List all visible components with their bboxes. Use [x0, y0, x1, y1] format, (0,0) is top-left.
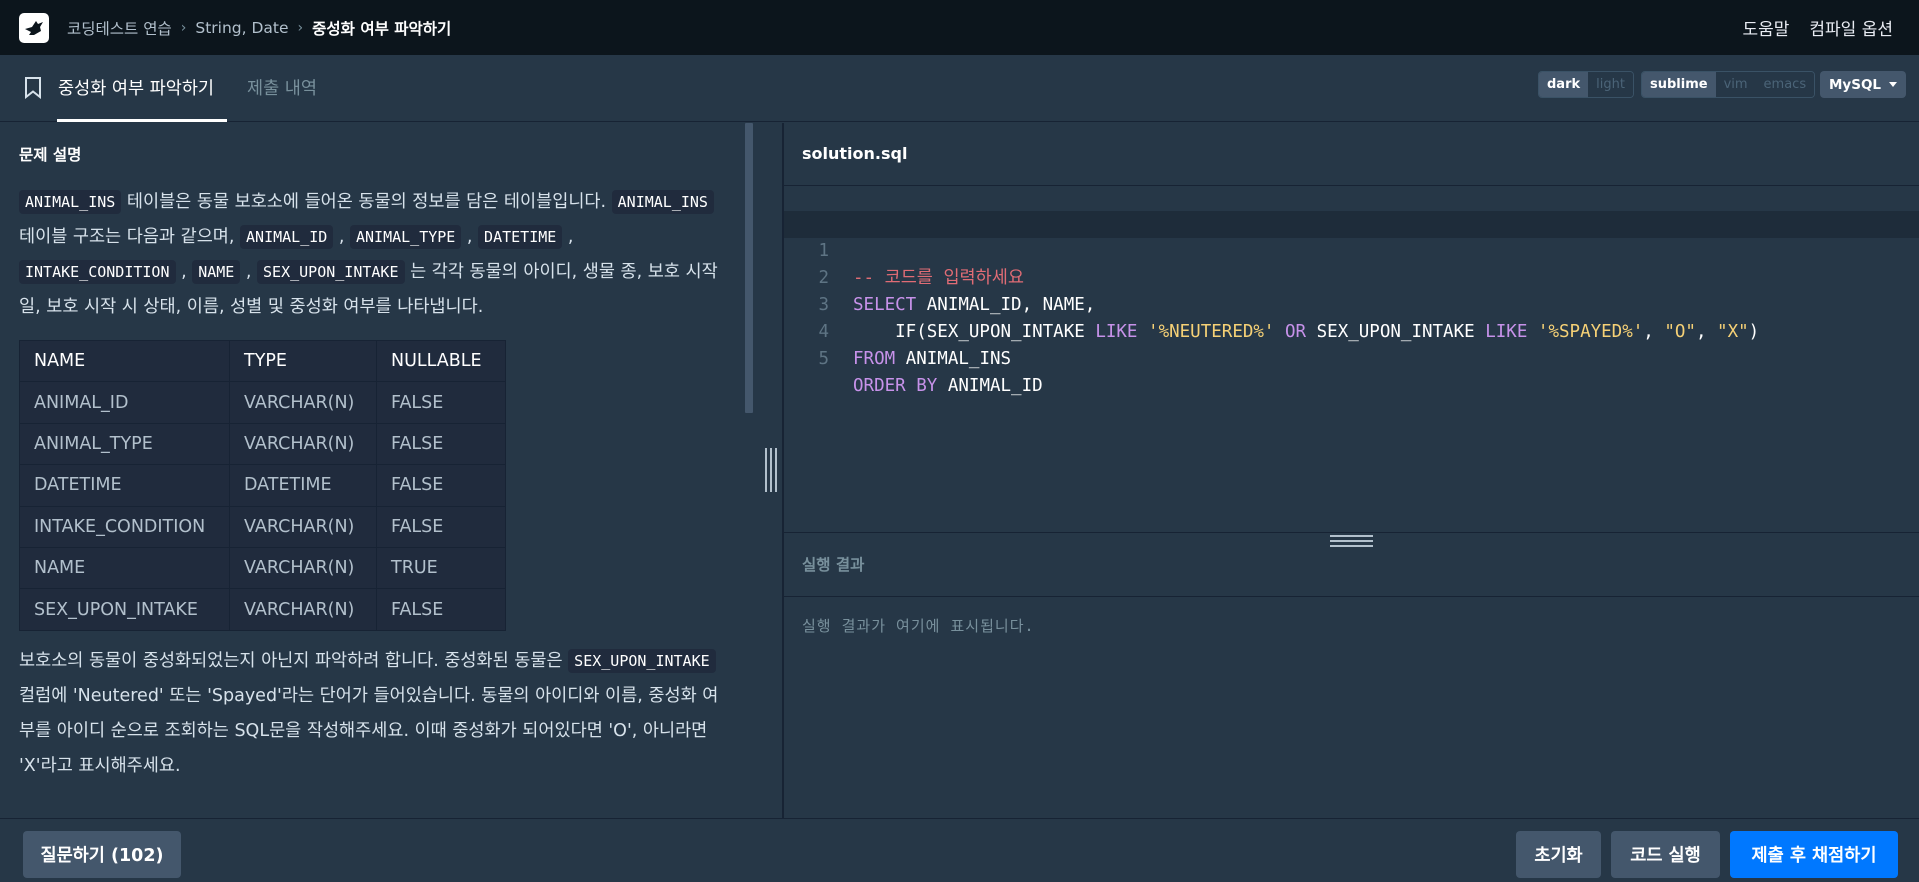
table-cell: ANIMAL_ID: [19, 381, 230, 424]
table-header: TYPE: [229, 339, 377, 383]
problem-panel: 문제 설명 ANIMAL_INS 테이블은 동물 보호소에 들어온 동물의 정보…: [0, 123, 782, 818]
schema-table: NAME TYPE NULLABLE ANIMAL_ID VARCHAR(N) …: [19, 339, 506, 631]
code-text: ANIMAL_ID: [937, 376, 1043, 396]
inline-code: ANIMAL_TYPE: [350, 225, 462, 249]
breadcrumb-current: 중성화 여부 파악하기: [312, 19, 452, 38]
table-cell: ANIMAL_TYPE: [19, 422, 230, 466]
table-header-row: NAME TYPE NULLABLE: [19, 339, 506, 383]
paragraph-text: ,: [562, 227, 574, 247]
table-cell: FALSE: [376, 505, 506, 548]
table-row: ANIMAL_TYPE VARCHAR(N) FALSE: [19, 422, 506, 466]
code-line[interactable]: 4 FROM ANIMAL_INS: [784, 292, 1919, 369]
table-cell: INTAKE_CONDITION: [19, 505, 230, 548]
question-button[interactable]: 질문하기 (102): [23, 831, 181, 878]
paragraph-text: ,: [333, 227, 350, 247]
inline-code: SEX_UPON_INTAKE: [568, 649, 716, 673]
editor-filename: solution.sql: [802, 144, 908, 163]
table-cell: VARCHAR(N): [229, 546, 377, 590]
table-row: ANIMAL_ID VARCHAR(N) FALSE: [19, 381, 506, 424]
inline-code: ANIMAL_INS: [611, 190, 714, 214]
table-row: DATETIME DATETIME FALSE: [19, 464, 506, 507]
problem-paragraph-1: ANIMAL_INS 테이블은 동물 보호소에 들어온 동물의 정보를 담은 테…: [19, 185, 724, 325]
inline-code: INTAKE_CONDITION: [19, 260, 176, 284]
table-cell: VARCHAR(N): [229, 505, 377, 548]
paragraph-text: ,: [240, 262, 258, 282]
keymap-vim-button[interactable]: vim: [1715, 72, 1756, 97]
language-select[interactable]: MySQL: [1820, 71, 1907, 98]
inline-code: SEX_UPON_INTAKE: [257, 260, 405, 284]
breadcrumb-item[interactable]: String, Date: [195, 19, 288, 37]
table-cell: SEX_UPON_INTAKE: [19, 588, 230, 631]
inline-code: DATETIME: [478, 225, 563, 249]
code-keyword: ORDER BY: [853, 376, 938, 396]
paragraph-text: 테이블은 동물 보호소에 들어온 동물의 정보를 담은 테이블입니다.: [121, 192, 612, 212]
table-cell: DATETIME: [229, 464, 377, 507]
code-line[interactable]: 3 IF(SEX_UPON_INTAKE LIKE '%NEUTERED%' O…: [784, 265, 1919, 342]
code-line[interactable]: 1 -- 코드를 입력하세요: [784, 211, 1919, 288]
section-title: 문제 설명: [19, 146, 82, 164]
bottom-bar: 질문하기 (102) 초기화 코드 실행 제출 후 채점하기: [0, 818, 1919, 882]
keymap-toggle: sublime vim emacs: [1641, 71, 1816, 98]
paragraph-text: 컬럼에 'Neutered' 또는 'Spayed'라는 단어가 들어있습니다.…: [19, 686, 719, 776]
keymap-sublime-button[interactable]: sublime: [1642, 72, 1716, 97]
help-link[interactable]: 도움말: [1742, 15, 1789, 40]
table-row: NAME VARCHAR(N) TRUE: [19, 546, 506, 590]
inline-code: ANIMAL_ID: [240, 225, 334, 249]
table-header: NAME: [19, 339, 230, 383]
table-cell: FALSE: [376, 464, 506, 507]
run-code-button[interactable]: 코드 실행: [1611, 831, 1720, 878]
table-cell: FALSE: [376, 381, 506, 424]
code-text: ANIMAL_INS: [895, 349, 1012, 369]
table-cell: VARCHAR(N): [229, 588, 377, 631]
keymap-emacs-button[interactable]: emacs: [1755, 72, 1815, 97]
compile-options-link[interactable]: 컴파일 옵션: [1809, 15, 1893, 40]
editor-header: solution.sql: [784, 123, 1919, 186]
table-cell: FALSE: [376, 422, 506, 466]
inline-code: ANIMAL_INS: [19, 190, 122, 214]
code-keyword: FROM: [853, 349, 896, 369]
theme-light-button[interactable]: light: [1588, 72, 1633, 97]
horizontal-drag-handle-icon[interactable]: [1330, 535, 1373, 547]
breadcrumb-item[interactable]: 코딩테스트 연습: [67, 17, 172, 39]
bookmark-icon[interactable]: [24, 77, 42, 103]
reset-button[interactable]: 초기화: [1516, 831, 1601, 878]
table-cell: VARCHAR(N): [229, 381, 377, 424]
code-line[interactable]: 5 ORDER BY ANIMAL_ID: [784, 319, 1919, 396]
table-cell: FALSE: [376, 588, 506, 631]
tab-problem[interactable]: 중성화 여부 파악하기: [58, 75, 214, 100]
line-number: 5: [818, 349, 829, 369]
table-cell: DATETIME: [19, 464, 230, 507]
tab-submissions[interactable]: 제출 내역: [247, 75, 317, 100]
table-row: INTAKE_CONDITION VARCHAR(N) FALSE: [19, 505, 506, 548]
code-line[interactable]: 2 SELECT ANIMAL_ID, NAME,: [784, 238, 1919, 315]
theme-dark-button[interactable]: dark: [1539, 72, 1589, 97]
problem-scrollbar[interactable]: [745, 123, 753, 413]
breadcrumb: 코딩테스트 연습 › String, Date › 중성화 여부 파악하기: [67, 17, 451, 39]
result-output: 실행 결과가 여기에 표시됩니다.: [802, 617, 1035, 635]
table-cell: TRUE: [376, 546, 506, 590]
submit-button[interactable]: 제출 후 채점하기: [1730, 831, 1898, 878]
problem-paragraph-2: 보호소의 동물이 중성화되었는지 아닌지 파악하려 합니다. 중성화된 동물은 …: [19, 644, 724, 784]
top-nav: 코딩테스트 연습 › String, Date › 중성화 여부 파악하기 도움…: [0, 0, 1919, 55]
chevron-right-icon: ›: [297, 19, 304, 36]
result-label: 실행 결과: [802, 556, 865, 574]
language-select-value: MySQL: [1829, 76, 1882, 93]
programmers-logo-icon[interactable]: [19, 12, 49, 43]
paragraph-text: ,: [461, 227, 479, 247]
table-cell: VARCHAR(N): [229, 422, 377, 466]
vertical-drag-handle-icon[interactable]: [765, 448, 777, 492]
caret-down-icon: [1889, 82, 1898, 87]
code-editor[interactable]: 1 -- 코드를 입력하세요 2 SELECT ANIMAL_ID, NAME,…: [784, 187, 1919, 532]
paragraph-text: 보호소의 동물이 중성화되었는지 아닌지 파악하려 합니다. 중성화된 동물은: [19, 651, 569, 671]
table-header: NULLABLE: [376, 339, 506, 383]
paragraph-text: ,: [175, 262, 193, 282]
table-cell: NAME: [19, 546, 230, 590]
inline-code: NAME: [192, 260, 241, 284]
paragraph-text: 테이블 구조는 다음과 같으며,: [19, 227, 241, 247]
tab-bar: 중성화 여부 파악하기 제출 내역 dark light sublime vim…: [0, 55, 1919, 122]
theme-toggle: dark light: [1538, 71, 1634, 98]
chevron-right-icon: ›: [180, 19, 187, 36]
table-row: SEX_UPON_INTAKE VARCHAR(N) FALSE: [19, 588, 506, 631]
tab-active-indicator: [57, 119, 227, 122]
